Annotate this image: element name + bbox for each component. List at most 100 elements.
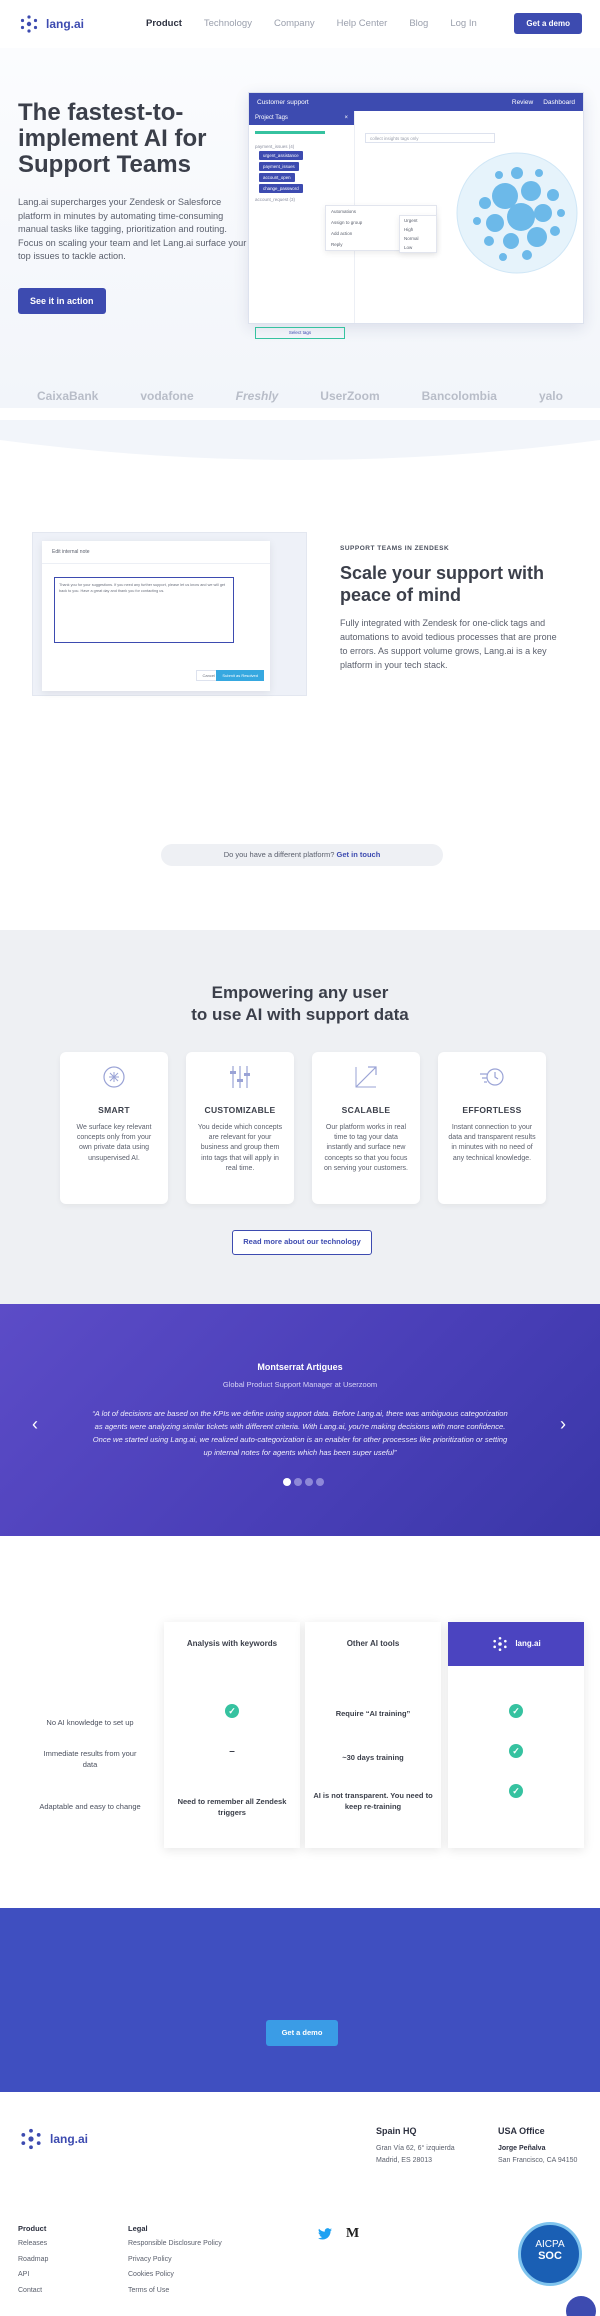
feature-name: CUSTOMIZABLE	[204, 1105, 276, 1115]
project-tags-title: Project Tags	[255, 115, 288, 121]
nav-technology[interactable]: Technology	[204, 18, 252, 29]
carousel-dot[interactable]	[283, 1478, 291, 1486]
comparison-row-label: No AI knowledge to set up	[46, 1718, 134, 1727]
comparison-cell: Need to remember all Zendesk triggers	[177, 1797, 287, 1817]
get-in-touch-link[interactable]: Get in touch	[337, 850, 381, 859]
priority-submenu: Urgent High Normal Low	[399, 215, 437, 253]
feature-text: Instant connection to your data and tran…	[448, 1124, 536, 1162]
nav-product[interactable]: Product	[146, 18, 182, 29]
feature-text: We surface key relevant concepts only fr…	[76, 1124, 152, 1162]
brand-logo[interactable]: lang.ai	[18, 13, 84, 35]
check-icon: ✓	[225, 1704, 239, 1718]
logo-bancolombia: Bancolombia	[421, 389, 497, 403]
footer-link-roadmap[interactable]: Roadmap	[18, 2256, 48, 2263]
footer-link-contact[interactable]: Contact	[18, 2287, 42, 2294]
carousel-dot[interactable]	[316, 1478, 324, 1486]
bubble-cluster-graphic	[456, 152, 578, 274]
footer-link-releases[interactable]: Releases	[18, 2240, 47, 2247]
comparison-col-title: lang.ai	[515, 1639, 541, 1648]
comparison-col-title: Analysis with keywords	[186, 1639, 278, 1648]
comparison-col-head: lang.ai	[448, 1622, 584, 1666]
testimonial-section: Montserrat Artigues Global Product Suppo…	[0, 1304, 600, 1536]
footer-link-api[interactable]: API	[18, 2271, 29, 2278]
clock-icon	[480, 1068, 504, 1086]
get-demo-button-nav[interactable]: Get a demo	[514, 13, 582, 34]
nav-blog[interactable]: Blog	[409, 18, 428, 29]
twitter-icon[interactable]	[318, 2228, 332, 2240]
feature-card-effortless: EFFORTLESS Instant connection to your da…	[438, 1052, 546, 1204]
footer-brand-name: lang.ai	[50, 2132, 89, 2146]
footer-brand[interactable]: lang.ai	[18, 2126, 88, 2152]
top-nav: lang.ai Product Technology Company Help …	[0, 0, 600, 48]
read-more-technology-button[interactable]: Read more about our technology	[232, 1230, 372, 1255]
carousel-dot[interactable]	[294, 1478, 302, 1486]
tag-chip: urgent_assistance	[259, 151, 303, 160]
app-bar: Customer support Review Dashboard	[249, 93, 583, 111]
langai-logo-icon	[21, 2128, 41, 2150]
scale-title: Scale your support with peace of mind	[340, 563, 545, 605]
footer-link-cookies[interactable]: Cookies Policy	[128, 2271, 174, 2278]
usa-office-title: USA Office	[498, 2126, 545, 2136]
feature-card-scalable: SCALABLE Our platform works in real time…	[312, 1052, 420, 1204]
tag-group-2: account_request (3)	[255, 197, 296, 202]
brand-name: lang.ai	[46, 17, 85, 31]
logo-yalo: yalo	[538, 389, 563, 403]
footer-link-privacy[interactable]: Privacy Policy	[128, 2256, 172, 2263]
panel-close-icon: ×	[344, 115, 348, 121]
app-bar-review: Review	[511, 98, 534, 106]
langai-logo-icon	[20, 15, 38, 33]
tag-chip: change_password	[259, 184, 303, 193]
comparison-cell: ~30 days training	[342, 1753, 404, 1762]
empower-title: Empowering any user to use AI with suppo…	[0, 982, 600, 1026]
chat-widget-button[interactable]	[566, 2296, 596, 2316]
testimonial-role: Global Product Support Manager at Userzo…	[222, 1380, 378, 1389]
prev-arrow-icon[interactable]: ‹	[32, 1414, 38, 1435]
comparison-col-langai: lang.ai ✓ ✓ ✓	[448, 1622, 584, 1848]
submenu-item: Normal	[404, 236, 419, 241]
platform-text: Do you have a different platform?	[223, 850, 335, 859]
feature-text: You decide which concepts are relevant f…	[197, 1124, 283, 1172]
feature-name: SCALABLE	[341, 1105, 391, 1115]
submenu-item: Urgent	[404, 218, 418, 223]
select-tags-button: Select tags	[255, 327, 345, 339]
feature-name: SMART	[98, 1105, 130, 1115]
empower-title-line2: to use AI with support data	[191, 1005, 409, 1024]
scale-kicker: SUPPORT TEAMS IN ZENDESK	[340, 545, 450, 552]
medium-icon[interactable]: M	[346, 2226, 359, 2242]
different-platform-banner: Do you have a different platform? Get in…	[161, 844, 443, 866]
check-icon: ✓	[509, 1744, 523, 1758]
app-bar-dashboard: Dashboard	[543, 98, 575, 106]
nav-login[interactable]: Log In	[450, 18, 476, 29]
spain-address-1: Gran Vía 62, 6° izquierda	[376, 2145, 455, 2152]
footer-link-terms[interactable]: Terms of Use	[128, 2287, 169, 2294]
logo-caixabank: CaixaBank	[36, 389, 99, 403]
feature-card-customizable: CUSTOMIZABLE You decide which concepts a…	[186, 1052, 294, 1204]
cta-section	[0, 1908, 600, 2092]
carousel-dots	[283, 1478, 324, 1486]
get-demo-button-cta[interactable]: Get a demo	[266, 2020, 338, 2046]
logo-freshly: Freshly	[235, 389, 279, 403]
comparison-cell: Require “AI training”	[335, 1709, 411, 1718]
comparison-col-keywords: Analysis with keywords ✓ – Need to remem…	[164, 1622, 300, 1848]
see-it-in-action-button[interactable]: See it in action	[18, 288, 106, 314]
scale-description: Fully integrated with Zendesk for one-cl…	[340, 618, 557, 670]
tag-chip: payment_issues	[259, 162, 299, 171]
next-arrow-icon[interactable]: ›	[560, 1414, 566, 1435]
brain-icon	[103, 1066, 125, 1088]
langai-logo-icon	[493, 1636, 507, 1652]
app-bar-title: Customer support	[257, 98, 309, 106]
footer-link-disclosure[interactable]: Responsible Disclosure Policy	[128, 2240, 222, 2247]
comparison-cell: –	[229, 1746, 235, 1757]
tag-search-box: collect insights tags only	[365, 133, 495, 143]
carousel-dot[interactable]	[305, 1478, 313, 1486]
empower-title-line1: Empowering any user	[211, 983, 389, 1002]
sliders-icon	[230, 1066, 250, 1088]
product-screenshot: Customer support Review Dashboard Projec…	[248, 92, 584, 339]
nav-company[interactable]: Company	[274, 18, 315, 29]
progress-line	[255, 131, 325, 134]
badge-top-text: AICPA	[535, 2239, 565, 2250]
nav-help-center[interactable]: Help Center	[337, 18, 388, 29]
internal-note-text: Thank you for your suggestions. If you n…	[54, 577, 234, 643]
comparison-row-label: Immediate results from your data	[43, 1749, 137, 1769]
tag-chip: account_open	[259, 173, 295, 182]
